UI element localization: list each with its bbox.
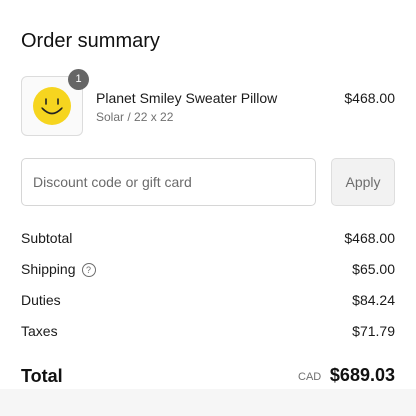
subtotal-label: Subtotal bbox=[21, 230, 73, 246]
total-label: Total bbox=[21, 366, 63, 386]
duties-row: Duties $84.24 bbox=[21, 292, 395, 312]
total-value: $689.03 bbox=[329, 365, 395, 385]
question-circle-icon[interactable]: ? bbox=[81, 263, 96, 277]
taxes-row: Taxes $71.79 bbox=[21, 323, 395, 343]
duties-label: Duties bbox=[21, 292, 61, 308]
discount-code-input[interactable] bbox=[21, 158, 316, 206]
apply-discount-button[interactable]: Apply bbox=[331, 158, 395, 206]
currency-code: CAD bbox=[298, 371, 322, 383]
taxes-value: $71.79 bbox=[352, 323, 395, 339]
shipping-label-group: Shipping? bbox=[21, 261, 96, 277]
quantity-badge: 1 bbox=[68, 69, 89, 90]
product-name: Planet Smiley Sweater Pillow bbox=[96, 90, 278, 106]
product-variant: Solar / 22 x 22 bbox=[96, 110, 174, 124]
duties-value: $84.24 bbox=[352, 292, 395, 308]
shipping-row: Shipping? $65.00 bbox=[21, 261, 395, 281]
smiley-face-icon bbox=[33, 87, 71, 125]
subtotal-row: Subtotal $468.00 bbox=[21, 230, 395, 250]
order-summary-title: Order summary bbox=[21, 30, 160, 52]
shipping-value: $65.00 bbox=[352, 261, 395, 277]
product-price: $468.00 bbox=[344, 90, 395, 106]
shipping-label: Shipping bbox=[21, 261, 76, 277]
subtotal-value: $468.00 bbox=[344, 230, 395, 246]
taxes-label: Taxes bbox=[21, 323, 58, 339]
